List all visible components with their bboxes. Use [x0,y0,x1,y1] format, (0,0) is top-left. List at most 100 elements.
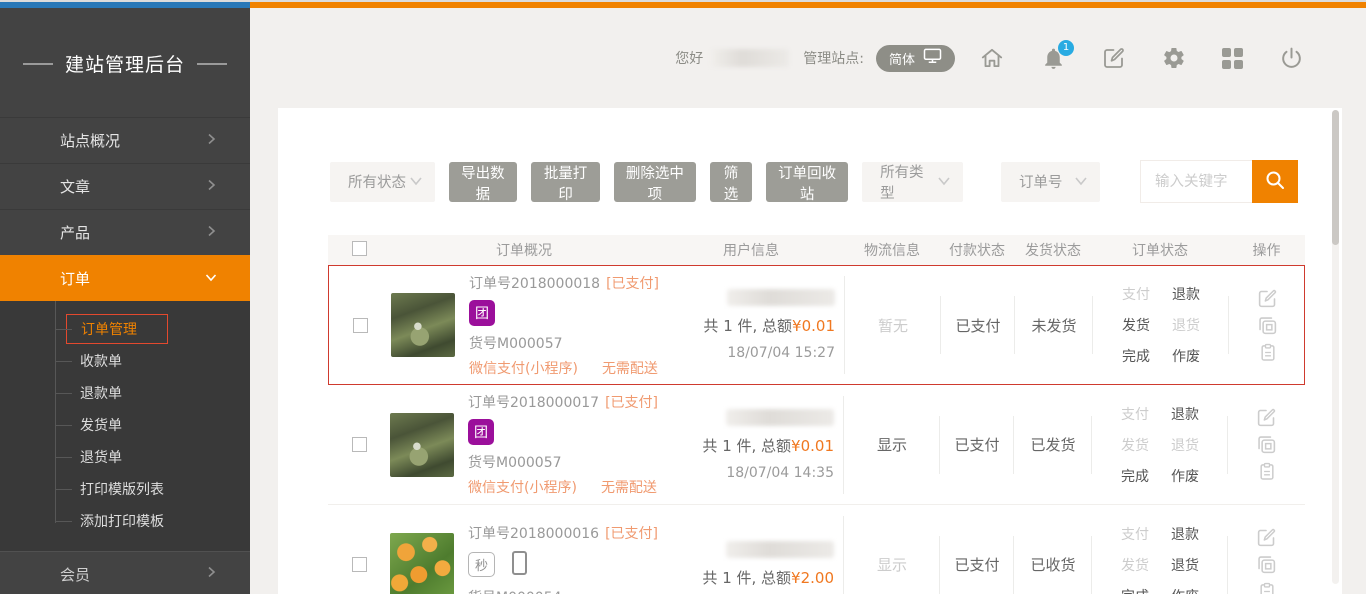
payment-method: 微信支付(小程序) [468,477,577,497]
row-checkbox[interactable] [352,437,367,452]
shipping-status-cell: 未发货 [1015,266,1093,384]
bell-icon[interactable]: 1 [1041,46,1066,71]
flash-sale-badge: 秒 [468,552,495,577]
print-order-icon[interactable] [1256,434,1277,455]
payment-method: 微信支付(小程序) [469,358,578,378]
submenu-item-order-management[interactable]: 订单管理 [0,313,250,345]
status-filter-value: 所有状态 [348,171,406,192]
sidebar-item-site-overview[interactable]: 站点概况 [0,117,250,163]
order-recycle-bin-button[interactable]: 订单回收站 [766,162,848,202]
shipping-status-cell: 已收货 [1014,505,1092,594]
delete-selected-button[interactable]: 删除选中项 [614,162,696,202]
home-icon[interactable] [979,45,1005,71]
title-dash-left [23,63,53,65]
status-filter-dropdown[interactable]: 所有状态 [330,162,435,202]
paid-tag: [已支付] [605,395,658,411]
paid-tag: [已支付] [606,276,659,292]
ship-link[interactable]: 发货 [1121,435,1149,455]
col-header-payment-status: 付款状态 [940,240,1014,260]
void-link[interactable]: 作废 [1171,586,1199,594]
power-icon[interactable] [1279,46,1304,71]
filter-button[interactable]: 筛选 [710,162,752,202]
greeting-text: 您好 [675,48,703,68]
submenu-item-label: 退款单 [80,383,122,403]
edit-order-icon[interactable] [1256,407,1277,428]
scrollbar-thumb[interactable] [1332,110,1339,245]
col-header-order-status: 订单状态 [1092,240,1228,260]
clipboard-icon[interactable] [1257,581,1277,594]
pay-link[interactable]: 支付 [1121,524,1149,544]
submenu-item-label: 退货单 [80,447,122,467]
sidebar-item-articles[interactable]: 文章 [0,163,250,209]
clipboard-icon[interactable] [1257,461,1277,482]
submenu-item-receipts[interactable]: 收款单 [0,345,250,377]
scrollbar-track[interactable] [1332,110,1339,584]
grid-icon[interactable] [1222,48,1243,69]
order-amount: ¥0.01 [791,437,834,455]
group-buy-badge: 团 [469,300,495,326]
print-order-icon[interactable] [1256,554,1277,575]
return-link[interactable]: 退货 [1172,315,1200,335]
actions-cell [1228,505,1305,594]
submenu-item-refund-orders[interactable]: 退款单 [0,377,250,409]
complete-link[interactable]: 完成 [1121,466,1149,486]
order-row: 订单号2018000017[已支付] 团 货号M000057 微信支付(小程序)… [328,385,1305,505]
quantity-text: 共 1 件, 总额 [703,317,792,335]
print-order-icon[interactable] [1257,315,1278,336]
payment-status-cell: 已支付 [940,385,1014,504]
return-link[interactable]: 退货 [1171,555,1199,575]
submenu-item-add-print-template[interactable]: 添加打印模板 [0,505,250,537]
complete-link[interactable]: 完成 [1121,586,1149,594]
refund-link[interactable]: 退款 [1171,404,1199,424]
sidebar-item-orders[interactable]: 订单 [0,255,250,301]
void-link[interactable]: 作废 [1171,466,1199,486]
search-input[interactable] [1140,160,1252,203]
search-field-dropdown[interactable]: 订单号 [1001,162,1100,202]
edit-order-icon[interactable] [1257,288,1278,309]
pay-link[interactable]: 支付 [1122,284,1150,304]
select-all-checkbox[interactable] [352,241,367,256]
void-link[interactable]: 作废 [1172,346,1200,366]
submenu-item-return-orders[interactable]: 退货单 [0,441,250,473]
return-link[interactable]: 退货 [1171,435,1199,455]
ship-link[interactable]: 发货 [1122,315,1150,335]
refund-link[interactable]: 退款 [1172,284,1200,304]
sidebar-item-products[interactable]: 产品 [0,209,250,255]
logistics-cell: 暂无 [845,266,941,384]
edit-order-icon[interactable] [1256,527,1277,548]
sidebar-menu: 站点概况 文章 产品 订单 订单管理 [0,117,250,594]
gear-icon[interactable] [1162,46,1186,70]
submenu-item-print-template-list[interactable]: 打印模版列表 [0,473,250,505]
type-filter-dropdown[interactable]: 所有类型 [862,162,963,202]
search-button[interactable] [1252,160,1298,203]
redacted-username [726,409,834,426]
batch-print-button[interactable]: 批量打印 [531,162,600,202]
refund-link[interactable]: 退款 [1171,524,1199,544]
payment-status-cell: 已支付 [940,505,1014,594]
complete-link[interactable]: 完成 [1122,346,1150,366]
redacted-username [711,49,789,67]
actions-cell [1228,385,1305,504]
sidebar-item-label: 站点概况 [60,130,120,151]
sidebar-title: 建站管理后台 [0,50,250,77]
header: 您好 管理站点: 简体 1 [278,40,1304,76]
order-status-cell: 支付 退款 发货 退货 完成 作废 [1092,385,1228,504]
export-data-button[interactable]: 导出数据 [449,162,518,202]
row-checkbox[interactable] [352,557,367,572]
submenu-item-shipping-orders[interactable]: 发货单 [0,409,250,441]
item-number: 货号M000057 [468,452,658,472]
pay-link[interactable]: 支付 [1121,404,1149,424]
logistics-cell: 显示 [844,385,940,504]
shipping-status: 已收货 [1030,554,1075,575]
row-checkbox[interactable] [353,318,368,333]
clipboard-icon[interactable] [1258,342,1278,363]
chevron-down-icon [409,174,423,190]
header-checkbox-cell [328,241,390,260]
ship-link[interactable]: 发货 [1121,555,1149,575]
col-header-shipping-status: 发货状态 [1014,240,1092,260]
sidebar-item-members[interactable]: 会员 [0,551,250,594]
monitor-icon [923,48,942,68]
item-number: 货号M000057 [469,333,659,353]
edit-icon[interactable] [1102,46,1126,70]
language-pill[interactable]: 简体 [876,45,955,72]
